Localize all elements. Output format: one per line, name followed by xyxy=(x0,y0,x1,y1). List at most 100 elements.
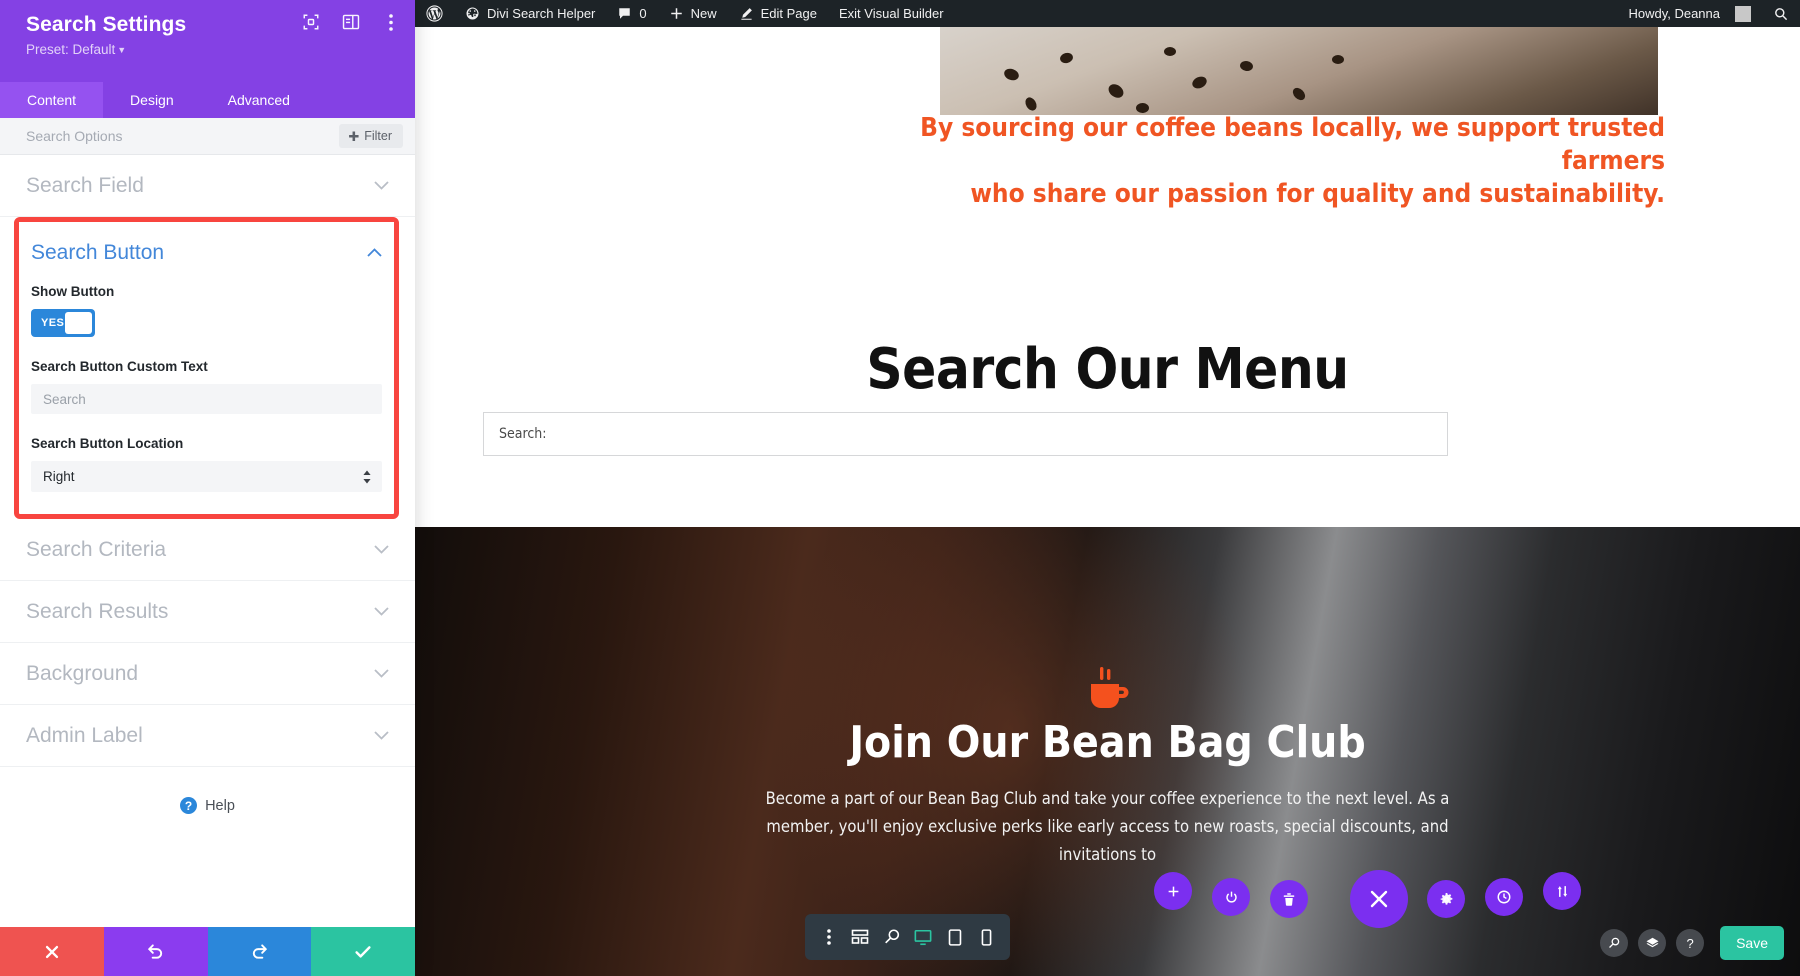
tab-advanced[interactable]: Advanced xyxy=(201,82,317,118)
history-icon[interactable] xyxy=(1485,878,1523,916)
kebab-menu-icon[interactable] xyxy=(381,12,401,32)
page-content-area: By sourcing our coffee beans locally, we… xyxy=(415,27,1800,976)
trash-icon[interactable] xyxy=(1270,880,1308,918)
exit-builder-label: Exit Visual Builder xyxy=(839,6,944,21)
accordion-label: Search Criteria xyxy=(26,537,167,561)
settings-panel-footer xyxy=(0,927,415,976)
wordpress-logo-icon xyxy=(426,5,443,22)
toggle-knob xyxy=(65,312,92,334)
preset-selector[interactable]: Preset: Default ▼ xyxy=(26,42,395,57)
search-button-settings: Show Button YES Search Button Custom Tex… xyxy=(19,284,394,514)
wp-logo-button[interactable] xyxy=(415,0,454,27)
select-value: Right xyxy=(43,469,75,484)
search-button-custom-text-input[interactable] xyxy=(31,384,382,414)
filter-label: Filter xyxy=(364,129,392,143)
comments-menu[interactable]: 0 xyxy=(606,0,657,27)
settings-panel-body: Search Field Search Button Show Button Y… xyxy=(0,155,415,927)
module-settings-panel: Search Settings Preset: Default ▼ Conten… xyxy=(0,0,415,976)
search-options-bar: Search Options ✚ Filter xyxy=(0,118,415,155)
show-button-toggle[interactable]: YES xyxy=(31,309,95,337)
dashboard-icon xyxy=(465,6,480,21)
show-button-label: Show Button xyxy=(31,284,115,299)
divi-radial-menu xyxy=(770,856,1770,976)
save-settings-button[interactable] xyxy=(311,927,415,976)
redo-button[interactable] xyxy=(207,927,312,976)
comments-count: 0 xyxy=(639,6,647,21)
wp-admin-bar: Divi Search Helper 0 New Edit Page Exit … xyxy=(415,0,1800,27)
undo-button[interactable] xyxy=(103,927,208,976)
chevron-up-icon xyxy=(367,244,382,262)
sidebar-item-search-field[interactable]: Search Field xyxy=(0,155,415,217)
search-options-label: Search Options xyxy=(26,128,123,144)
help-icon: ? xyxy=(180,797,198,814)
button-location-select-wrap: Right xyxy=(31,461,382,492)
edit-page-label: Edit Page xyxy=(760,6,817,21)
accordion-label: Search Results xyxy=(26,599,169,623)
cancel-button[interactable] xyxy=(0,927,104,976)
sidebar-item-search-criteria[interactable]: Search Criteria xyxy=(0,519,415,581)
help-label: Help xyxy=(205,797,235,814)
edit-page-link[interactable]: Edit Page xyxy=(728,0,828,27)
search-button-location-select[interactable]: Right xyxy=(31,461,382,492)
search-input[interactable]: Search: xyxy=(483,412,1448,456)
filter-button[interactable]: ✚ Filter xyxy=(339,124,403,148)
exit-visual-builder-link[interactable]: Exit Visual Builder xyxy=(828,0,955,27)
new-label: New xyxy=(690,6,717,21)
focus-icon[interactable] xyxy=(301,12,321,32)
preset-label: Preset: Default xyxy=(26,42,116,57)
show-button-field: Show Button YES xyxy=(31,284,382,337)
howdy-label: Howdy, Deanna xyxy=(1628,6,1720,21)
tab-design[interactable]: Design xyxy=(103,82,201,118)
hero-coffee-photo xyxy=(940,27,1658,115)
tagline-line-1: By sourcing our coffee beans locally, we… xyxy=(920,113,1665,176)
sidebar-item-background[interactable]: Background xyxy=(0,643,415,705)
search-icon xyxy=(1773,6,1789,22)
close-icon[interactable] xyxy=(1350,870,1408,928)
club-heading: Join Our Bean Bag Club xyxy=(849,717,1366,768)
settings-tabs: Content Design Advanced xyxy=(0,82,415,118)
tagline-line-2: who share our passion for quality and su… xyxy=(970,179,1665,209)
sort-icon[interactable] xyxy=(1543,872,1581,910)
site-name-menu[interactable]: Divi Search Helper xyxy=(454,0,606,27)
custom-text-field: Search Button Custom Text xyxy=(31,359,382,414)
coffee-cup-icon xyxy=(415,667,1800,715)
highlighted-search-button-section: Search Button Show Button YES Search But… xyxy=(14,217,399,519)
comment-bubble-icon xyxy=(617,6,632,21)
power-icon[interactable] xyxy=(1212,878,1250,916)
help-link[interactable]: ? Help xyxy=(0,797,415,814)
sidebar-item-admin-label[interactable]: Admin Label xyxy=(0,705,415,767)
pencil-icon xyxy=(739,6,754,21)
hero-tagline: By sourcing our coffee beans locally, we… xyxy=(895,112,1665,211)
add-icon[interactable] xyxy=(1154,872,1192,910)
settings-icon[interactable] xyxy=(1427,880,1465,918)
settings-panel-header: Search Settings Preset: Default ▼ xyxy=(0,0,415,82)
new-content-menu[interactable]: New xyxy=(658,0,728,27)
button-location-field: Search Button Location Right xyxy=(31,436,382,492)
admin-bar-right: Howdy, Deanna xyxy=(1617,0,1800,27)
sidebar-item-search-button[interactable]: Search Button xyxy=(19,222,394,284)
avatar xyxy=(1735,5,1751,22)
app-root: Divi Search Helper 0 New Edit Page Exit … xyxy=(0,0,1800,976)
settings-header-actions xyxy=(301,12,401,32)
layout-icon[interactable] xyxy=(341,12,361,32)
chevron-down-icon: ▼ xyxy=(117,45,127,55)
my-account-menu[interactable]: Howdy, Deanna xyxy=(1617,0,1762,27)
tab-content[interactable]: Content xyxy=(0,82,104,118)
custom-text-label: Search Button Custom Text xyxy=(31,359,208,374)
search-field-label: Search: xyxy=(499,426,547,442)
accordion-label: Search Button xyxy=(31,241,165,264)
sidebar-item-search-results[interactable]: Search Results xyxy=(0,581,415,643)
chevron-down-icon xyxy=(374,665,389,683)
accordion-label: Admin Label xyxy=(26,723,143,747)
chevron-down-icon xyxy=(374,727,389,745)
plus-icon: ✚ xyxy=(348,128,360,144)
page-title: Search Our Menu xyxy=(866,337,1349,402)
toggle-value: YES xyxy=(41,317,65,329)
accordion-label: Search Field xyxy=(26,173,144,197)
admin-bar-search-button[interactable] xyxy=(1762,0,1800,27)
plus-icon xyxy=(669,6,684,21)
accordion-label: Background xyxy=(26,661,139,685)
site-name-label: Divi Search Helper xyxy=(487,6,596,21)
chevron-down-icon xyxy=(374,177,389,195)
chevron-down-icon xyxy=(374,603,389,621)
